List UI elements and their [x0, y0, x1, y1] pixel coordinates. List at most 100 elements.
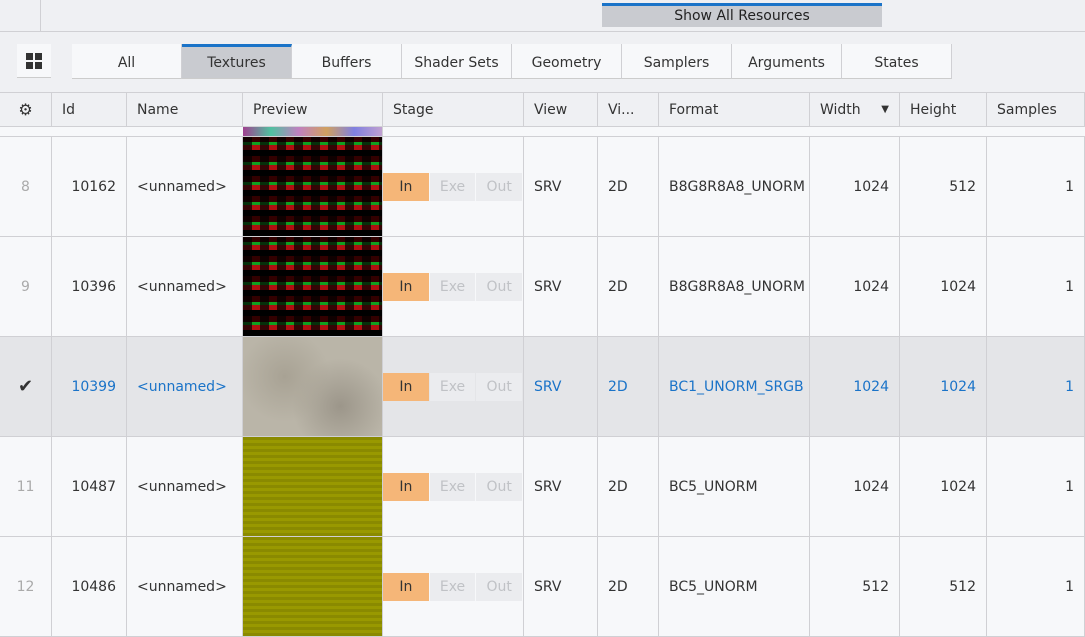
stage-out[interactable]: Out [476, 472, 523, 501]
stage-in[interactable]: In [383, 272, 429, 301]
name-cell: <unnamed> [127, 237, 243, 336]
column-header-5[interactable]: Vi... [598, 93, 659, 126]
dim-cell: 2D [598, 437, 659, 536]
width-cell: 1024 [810, 237, 900, 336]
tab-textures[interactable]: Textures [182, 44, 292, 79]
stage-out[interactable]: Out [476, 572, 523, 601]
stage-exe[interactable]: Exe [429, 372, 476, 401]
stage-exe[interactable]: Exe [429, 472, 476, 501]
show-all-resources-button[interactable]: Show All Resources [602, 3, 882, 27]
texture-preview[interactable] [243, 237, 383, 336]
row-index: 11 [0, 437, 52, 536]
width-cell: 1024 [810, 137, 900, 236]
tab-arguments[interactable]: Arguments [732, 44, 842, 79]
height-cell: 512 [900, 137, 987, 236]
stage-out[interactable]: Out [476, 272, 523, 301]
samples-cell: 1 [987, 537, 1085, 636]
id-cell: 10486 [52, 537, 127, 636]
stage-cell: In Exe Out [383, 437, 524, 536]
name-cell: <unnamed> [127, 337, 243, 436]
stage-in[interactable]: In [383, 372, 429, 401]
column-header-1[interactable]: Name [127, 93, 243, 126]
view-cell: SRV [524, 337, 598, 436]
tab-buffers[interactable]: Buffers [292, 44, 402, 79]
stage-in[interactable]: In [383, 172, 429, 201]
samples-cell: 1 [987, 137, 1085, 236]
texture-preview [243, 127, 383, 136]
stage-in[interactable]: In [383, 472, 429, 501]
view-cell: SRV [524, 537, 598, 636]
texture-preview[interactable] [243, 537, 383, 636]
column-header-3[interactable]: Stage [383, 93, 524, 126]
height-cell: 1024 [900, 337, 987, 436]
samples-cell: 1 [987, 437, 1085, 536]
table-row[interactable]: 12 10486 <unnamed> In Exe Out SRV 2D BC5_UNORM 51… [0, 537, 1085, 637]
height-cell: 512 [900, 537, 987, 636]
table-row[interactable]: 11 10487 <unnamed> In Exe Out SRV 2D BC5_UNORM 10… [0, 437, 1085, 537]
tab-shader-sets[interactable]: Shader Sets [402, 44, 512, 79]
column-header-6[interactable]: Format [659, 93, 810, 126]
texture-preview[interactable] [243, 137, 383, 236]
texture-preview[interactable] [243, 337, 383, 436]
row-index: 8 [0, 137, 52, 236]
dim-cell: 2D [598, 537, 659, 636]
tab-samplers[interactable]: Samplers [622, 44, 732, 79]
tab-all[interactable]: All [72, 44, 182, 79]
texture-preview[interactable] [243, 437, 383, 536]
format-cell: B8G8R8A8_UNORM [659, 237, 810, 336]
width-cell: 1024 [810, 437, 900, 536]
name-cell: <unnamed> [127, 437, 243, 536]
column-header-8[interactable]: Height [900, 93, 987, 126]
resource-tabs: All Textures Buffers Shader Sets Geometry Sam… [72, 44, 952, 79]
dim-cell: 2D [598, 237, 659, 336]
column-header-9[interactable]: Samples [987, 93, 1085, 126]
width-cell: 1024 [810, 337, 900, 436]
width-cell: 512 [810, 537, 900, 636]
format-cell: BC5_UNORM [659, 437, 810, 536]
stage-in[interactable]: In [383, 572, 429, 601]
view-cell: SRV [524, 137, 598, 236]
tab-states[interactable]: States [842, 44, 952, 79]
stage-exe[interactable]: Exe [429, 572, 476, 601]
format-cell: BC1_UNORM_SRGB [659, 337, 810, 436]
column-settings-icon[interactable]: ⚙ [0, 93, 52, 126]
column-header-7[interactable]: Width ▼ [810, 93, 900, 126]
row-index: 9 [0, 237, 52, 336]
samples-cell: 1 [987, 337, 1085, 436]
divider [40, 0, 41, 31]
stage-exe[interactable]: Exe [429, 272, 476, 301]
id-cell: 10396 [52, 237, 127, 336]
stage-cell: In Exe Out [383, 337, 524, 436]
stage-cell: In Exe Out [383, 137, 524, 236]
stage-exe[interactable]: Exe [429, 172, 476, 201]
column-header-4[interactable]: View [524, 93, 598, 126]
column-header-2[interactable]: Preview [243, 93, 383, 126]
stage-out[interactable]: Out [476, 372, 523, 401]
tab-geometry[interactable]: Geometry [512, 44, 622, 79]
view-cell: SRV [524, 237, 598, 336]
row-index: 12 [0, 537, 52, 636]
column-header-0[interactable]: Id [52, 93, 127, 126]
name-cell: <unnamed> [127, 137, 243, 236]
format-cell: B8G8R8A8_UNORM [659, 137, 810, 236]
format-cell: BC5_UNORM [659, 537, 810, 636]
id-cell: 10399 [52, 337, 127, 436]
grid-view-button[interactable] [17, 44, 51, 78]
id-cell: 10487 [52, 437, 127, 536]
stage-out[interactable]: Out [476, 172, 523, 201]
sort-desc-icon: ▼ [881, 104, 889, 115]
stage-cell: In Exe Out [383, 237, 524, 336]
partial-row [0, 127, 1085, 137]
table-header: ⚙ Id Name Preview Stage View Vi... Format Width ▼… [0, 92, 1085, 127]
height-cell: 1024 [900, 237, 987, 336]
view-cell: SRV [524, 437, 598, 536]
dim-cell: 2D [598, 337, 659, 436]
table-row[interactable]: ✔ 10399 <unnamed> In Exe Out SRV 2D BC1_UNORM_SR… [0, 337, 1085, 437]
top-toolbar: Show All Resources [0, 0, 1085, 32]
dim-cell: 2D [598, 137, 659, 236]
id-cell: 10162 [52, 137, 127, 236]
table-row[interactable]: 8 10162 <unnamed> In Exe Out SRV 2D B8G8R8A8_UNO… [0, 137, 1085, 237]
table-row[interactable]: 9 10396 <unnamed> In Exe Out SRV 2D B8G8R8A8_UNO… [0, 237, 1085, 337]
row-index: ✔ [0, 337, 52, 436]
stage-cell: In Exe Out [383, 537, 524, 636]
